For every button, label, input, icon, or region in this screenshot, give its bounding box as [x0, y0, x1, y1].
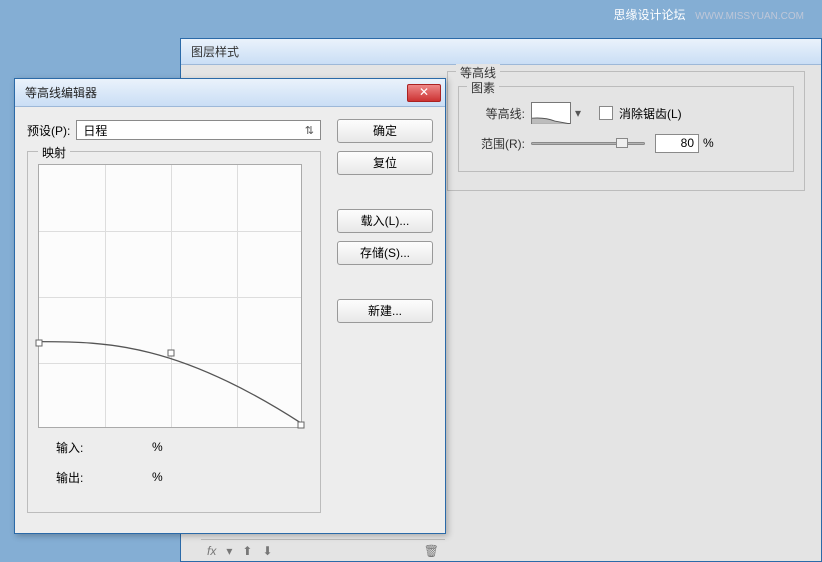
editor-left-column: 预设(P): 日程 ⇅ 映射: [27, 119, 321, 513]
save-button[interactable]: 存储(S)...: [337, 241, 433, 265]
reset-button[interactable]: 复位: [337, 151, 433, 175]
close-button[interactable]: ✕: [407, 84, 441, 102]
arrow-up-icon[interactable]: ⬆: [242, 544, 252, 558]
output-label: 输出:: [56, 469, 98, 486]
contour-row-label: 等高线:: [469, 105, 531, 122]
contour-editor-dialog: 等高线编辑器 ✕ 预设(P): 日程 ⇅ 映射: [14, 78, 446, 534]
watermark-main: 思缘设计论坛: [613, 8, 685, 22]
range-unit: %: [703, 136, 714, 150]
contour-editor-body: 预设(P): 日程 ⇅ 映射: [15, 107, 445, 533]
watermark-sub: WWW.MISSYUAN.COM: [695, 11, 804, 22]
preset-dropdown[interactable]: 日程 ⇅: [76, 120, 321, 140]
range-row: 范围(R): 80 %: [469, 131, 783, 155]
arrow-down-icon[interactable]: ⬇: [262, 544, 272, 558]
curve-anchor[interactable]: [36, 340, 43, 347]
input-label: 输入:: [56, 439, 98, 456]
editor-right-column: 确定 复位 载入(L)... 存储(S)... 新建...: [337, 119, 433, 331]
watermark: 思缘设计论坛 WWW.MISSYUAN.COM: [613, 6, 804, 23]
range-slider[interactable]: [531, 142, 645, 145]
chevron-updown-icon: ⇅: [305, 124, 314, 137]
output-row: 输出: %: [38, 466, 310, 488]
curve-canvas[interactable]: [38, 164, 302, 428]
range-input[interactable]: 80: [655, 134, 699, 153]
contour-select-row: 等高线: ▾ 消除锯齿(L): [469, 101, 783, 125]
curve-anchor[interactable]: [298, 422, 305, 429]
range-label: 范围(R):: [469, 135, 531, 152]
preset-label: 预设(P):: [27, 122, 70, 139]
input-unit: %: [152, 440, 163, 454]
curve-anchor[interactable]: [168, 350, 175, 357]
mapping-label: 映射: [38, 144, 70, 161]
layer-style-footer: fx ▾ ⬆ ⬇ 🗑: [201, 539, 445, 561]
new-button[interactable]: 新建...: [337, 299, 433, 323]
antialias-checkbox[interactable]: [599, 106, 613, 120]
fx-label[interactable]: fx: [207, 544, 216, 558]
range-slider-thumb[interactable]: [616, 138, 628, 148]
contour-panel: 等高线 图素 等高线: ▾ 消除锯齿(L): [447, 71, 805, 551]
trash-icon[interactable]: 🗑: [424, 544, 439, 558]
preset-row: 预设(P): 日程 ⇅: [27, 119, 321, 141]
contour-editor-titlebar[interactable]: 等高线编辑器 ✕: [15, 79, 445, 107]
mapping-fieldset: 映射 输入: %: [27, 151, 321, 513]
footer-divider-icon: ▾: [226, 544, 232, 558]
output-unit: %: [152, 470, 163, 484]
element-fieldset: 图素 等高线: ▾ 消除锯齿(L): [458, 86, 794, 172]
close-icon: ✕: [419, 85, 429, 99]
preset-dropdown-value: 日程: [83, 122, 304, 139]
contour-fieldset: 等高线 图素 等高线: ▾ 消除锯齿(L): [447, 71, 805, 191]
ok-button[interactable]: 确定: [337, 119, 433, 143]
contour-editor-title: 等高线编辑器: [25, 84, 407, 101]
layer-style-titlebar[interactable]: 图层样式: [181, 39, 821, 65]
load-button[interactable]: 载入(L)...: [337, 209, 433, 233]
contour-thumbnail[interactable]: [531, 102, 571, 124]
antialias-label: 消除锯齿(L): [619, 105, 682, 122]
input-row: 输入: %: [38, 436, 310, 458]
contour-thumbnail-dropdown-icon[interactable]: ▾: [571, 106, 585, 120]
layer-style-title: 图层样式: [191, 45, 239, 59]
element-fieldset-label: 图素: [467, 79, 499, 96]
